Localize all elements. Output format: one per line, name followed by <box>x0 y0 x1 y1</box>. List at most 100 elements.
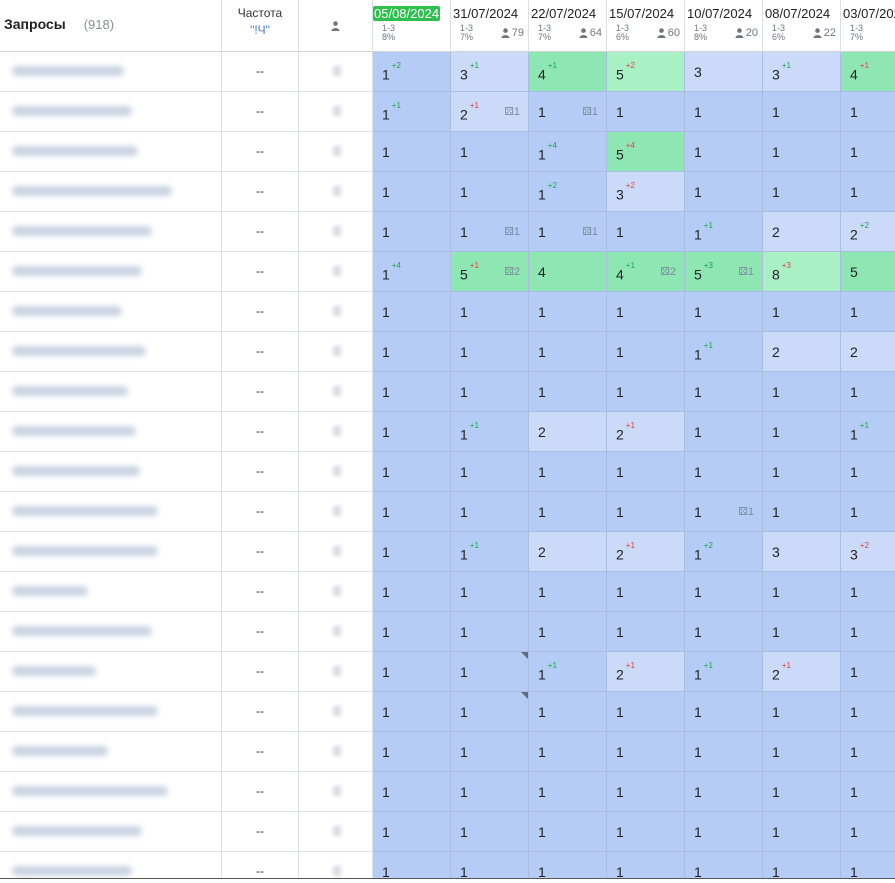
position-cell[interactable]: 2+2 <box>841 212 895 252</box>
position-cell[interactable]: 1 <box>607 692 685 732</box>
position-cell[interactable]: 1 <box>373 612 451 652</box>
position-cell[interactable]: 1 <box>685 412 763 452</box>
position-cell[interactable]: 4+1 <box>529 52 607 92</box>
position-cell[interactable]: 3+2 <box>841 532 895 572</box>
position-cell[interactable]: 1 <box>451 772 529 812</box>
position-cell[interactable]: 1 <box>451 372 529 412</box>
position-cell[interactable]: 1 <box>763 692 841 732</box>
position-cell[interactable]: 2 <box>763 212 841 252</box>
query-cell[interactable] <box>0 532 222 571</box>
position-cell[interactable]: 1 <box>529 732 607 772</box>
position-cell[interactable]: 1+1 <box>685 652 763 692</box>
position-cell[interactable]: 1+1 <box>841 412 895 452</box>
position-cell[interactable]: 1 <box>763 172 841 212</box>
position-cell[interactable]: 1 <box>451 172 529 212</box>
position-cell[interactable]: 1 <box>607 292 685 332</box>
date-column-header[interactable]: 10/07/2024 1-3 8% 20 <box>685 0 763 52</box>
position-cell[interactable]: 1 ⚄1 <box>685 492 763 532</box>
position-cell[interactable]: 1 <box>373 372 451 412</box>
position-cell[interactable]: 1 <box>841 772 895 812</box>
position-cell[interactable]: 1 <box>841 292 895 332</box>
position-cell[interactable]: 1 <box>841 452 895 492</box>
position-cell[interactable]: 1 <box>841 692 895 732</box>
note-corner-icon[interactable] <box>521 652 528 659</box>
query-cell[interactable] <box>0 212 222 251</box>
position-cell[interactable]: 1 <box>529 292 607 332</box>
position-cell[interactable]: 1 <box>685 172 763 212</box>
position-cell[interactable]: 1+4 <box>373 252 451 292</box>
date-column-header[interactable]: 05/08/2024 1-3 8% <box>373 0 451 52</box>
date-column-header[interactable]: 08/07/2024 1-3 6% 22 <box>763 0 841 52</box>
position-cell[interactable]: 1 <box>685 812 763 852</box>
position-cell[interactable]: 3 <box>685 52 763 92</box>
position-cell[interactable]: 1 <box>685 692 763 732</box>
position-cell[interactable]: 1 <box>373 452 451 492</box>
position-cell[interactable]: 5+3 ⚄1 <box>685 252 763 292</box>
position-cell[interactable]: 1 <box>373 772 451 812</box>
position-cell[interactable]: 1 <box>373 812 451 852</box>
query-cell[interactable] <box>0 372 222 411</box>
position-cell[interactable]: 1+1 <box>529 652 607 692</box>
position-cell[interactable]: 1 <box>685 732 763 772</box>
position-cell[interactable]: 1 <box>763 812 841 852</box>
query-cell[interactable] <box>0 92 222 131</box>
position-cell[interactable]: 1 <box>607 812 685 852</box>
position-cell[interactable]: 1 <box>373 412 451 452</box>
position-cell[interactable]: 5 <box>841 252 895 292</box>
position-cell[interactable]: 1 <box>685 612 763 652</box>
position-cell[interactable]: 1+1 <box>685 212 763 252</box>
position-cell[interactable]: 1 <box>451 492 529 532</box>
position-cell[interactable]: 1 <box>607 332 685 372</box>
position-cell[interactable]: 1 <box>763 132 841 172</box>
date-column-header[interactable]: 15/07/2024 1-3 6% 60 <box>607 0 685 52</box>
position-cell[interactable]: 1 <box>841 492 895 532</box>
position-cell[interactable]: 1 <box>841 612 895 652</box>
position-cell[interactable]: 2 <box>841 332 895 372</box>
position-cell[interactable]: 1 <box>841 572 895 612</box>
position-cell[interactable]: 5+2 <box>607 52 685 92</box>
position-cell[interactable]: 2+1 <box>607 532 685 572</box>
position-cell[interactable]: 1 <box>685 772 763 812</box>
queries-header[interactable]: Запросы (918) <box>0 0 222 52</box>
position-cell[interactable]: 1 <box>529 332 607 372</box>
position-cell[interactable]: 8+3 <box>763 252 841 292</box>
position-cell[interactable]: 1+2 <box>685 532 763 572</box>
note-corner-icon[interactable] <box>521 692 528 699</box>
position-cell[interactable]: 1 <box>685 132 763 172</box>
position-cell[interactable]: 1 <box>529 692 607 732</box>
position-cell[interactable]: 1 <box>451 332 529 372</box>
position-cell[interactable]: 2+1 <box>607 652 685 692</box>
position-cell[interactable]: 1 <box>373 532 451 572</box>
position-cell[interactable]: 3 <box>763 532 841 572</box>
query-cell[interactable] <box>0 52 222 91</box>
position-cell[interactable]: 1 ⚄1 <box>451 212 529 252</box>
position-cell[interactable]: 1 <box>763 772 841 812</box>
position-cell[interactable]: 2+1 <box>763 652 841 692</box>
position-cell[interactable]: 1 <box>685 92 763 132</box>
position-cell[interactable]: 3+1 <box>763 52 841 92</box>
position-cell[interactable]: 5+1 ⚄2 <box>451 252 529 292</box>
query-cell[interactable] <box>0 452 222 491</box>
position-cell[interactable]: 1 <box>529 812 607 852</box>
position-cell[interactable]: 1 <box>529 612 607 652</box>
query-cell[interactable] <box>0 572 222 611</box>
position-cell[interactable]: 2+1 <box>607 412 685 452</box>
position-cell[interactable]: 1 <box>607 612 685 652</box>
position-cell[interactable]: 1+2 <box>373 52 451 92</box>
position-cell[interactable]: 1 <box>451 732 529 772</box>
position-cell[interactable]: 1 <box>373 572 451 612</box>
position-cell[interactable]: 1 <box>373 132 451 172</box>
position-cell[interactable]: 3+1 <box>451 52 529 92</box>
position-cell[interactable]: 1 <box>451 452 529 492</box>
position-cell[interactable]: 2+1 ⚄1 <box>451 92 529 132</box>
position-cell[interactable]: 1+1 <box>451 532 529 572</box>
date-column-header[interactable]: 22/07/2024 1-3 7% 64 <box>529 0 607 52</box>
position-cell[interactable]: 1 <box>763 732 841 772</box>
position-cell[interactable]: 1 <box>451 132 529 172</box>
position-cell[interactable]: 4+1 ⚄2 <box>607 252 685 292</box>
position-cell[interactable]: 1+4 <box>529 132 607 172</box>
position-cell[interactable]: 1 <box>763 452 841 492</box>
query-cell[interactable] <box>0 252 222 291</box>
position-cell[interactable]: 1 <box>841 132 895 172</box>
position-cell[interactable]: 1 <box>607 572 685 612</box>
